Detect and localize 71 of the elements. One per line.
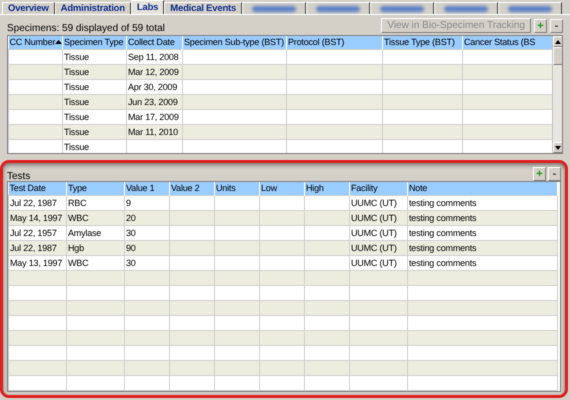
column-header[interactable]: Specimen Type xyxy=(62,36,126,49)
scroll-thumb[interactable] xyxy=(553,47,562,65)
table-cell: Tissue xyxy=(62,124,126,139)
table-cell: RBC xyxy=(66,195,124,210)
scroll-up-icon xyxy=(555,40,561,44)
table-cell: testing comments xyxy=(408,195,558,210)
column-header[interactable]: Type xyxy=(66,182,124,195)
panel-title: Tests xyxy=(7,170,32,182)
table-cell: Jun 23, 2009 xyxy=(126,94,182,109)
table-cell: testing comments xyxy=(408,255,558,270)
table-cell: 20 xyxy=(124,210,170,225)
column-header[interactable]: Value 1 xyxy=(124,182,170,195)
column-header[interactable]: Collect Date xyxy=(126,36,182,49)
blurred-tab[interactable] xyxy=(242,2,306,14)
table-cell: 30 xyxy=(124,255,170,270)
column-header[interactable]: Tissue Type (BST) xyxy=(382,36,462,49)
blurred-tab[interactable] xyxy=(498,2,562,14)
table-cell: testing comments xyxy=(408,210,558,225)
table-cell: UUMC (UT) xyxy=(350,195,408,210)
column-header[interactable]: Cancer Status (BS xyxy=(462,36,552,49)
blurred-tab[interactable] xyxy=(370,2,434,14)
table-cell: WBC xyxy=(66,255,124,270)
table-cell: Hgb xyxy=(66,240,124,255)
table-cell: Mar 17, 2009 xyxy=(126,109,182,124)
tab[interactable]: Labs xyxy=(130,0,164,14)
table-cell: 9 xyxy=(124,195,170,210)
column-header[interactable]: Protocol (BST) xyxy=(286,36,382,49)
table-cell: UUMC (UT) xyxy=(350,240,408,255)
blurred-tab[interactable] xyxy=(306,2,370,14)
table-cell: Apr 30, 2009 xyxy=(126,79,182,94)
table-cell: Tissue xyxy=(62,49,126,64)
scroll-down-icon xyxy=(555,146,561,150)
column-header[interactable]: High xyxy=(304,182,350,195)
table-cell: Mar 11, 2010 xyxy=(126,124,182,139)
column-header[interactable]: Low xyxy=(260,182,304,195)
column-header[interactable]: Value 2 xyxy=(170,182,214,195)
tab[interactable]: Administration xyxy=(54,2,131,14)
table-cell: Tissue xyxy=(62,64,126,79)
table-cell: UUMC (UT) xyxy=(350,225,408,240)
remove-button[interactable]: - xyxy=(548,167,561,181)
column-header[interactable]: Test Date xyxy=(8,182,66,195)
table-cell: testing comments xyxy=(408,225,558,240)
blurred-tab[interactable] xyxy=(434,2,498,14)
column-header[interactable]: Specimen Sub-type (BST) xyxy=(182,36,286,49)
specimen-count-text: Specimens: 59 displayed of 59 total xyxy=(7,22,166,34)
table-cell: Tissue xyxy=(62,94,126,109)
table-cell: May 14, 1997 xyxy=(8,210,66,225)
table-cell: Tissue xyxy=(62,79,126,94)
tab[interactable]: Medical Events xyxy=(164,2,242,14)
table-cell: May 13, 1997 xyxy=(8,255,66,270)
table-cell: 30 xyxy=(124,225,170,240)
table-cell: UUMC (UT) xyxy=(350,210,408,225)
remove-button[interactable]: - xyxy=(550,18,563,32)
table-cell: Mar 12, 2009 xyxy=(126,64,182,79)
table-cell: Jul 22, 1987 xyxy=(8,195,66,210)
table-cell: Amylase xyxy=(66,225,124,240)
table-cell: Sep 11, 2008 xyxy=(126,49,182,64)
column-header[interactable]: Units xyxy=(214,182,260,195)
table-cell: testing comments xyxy=(408,240,558,255)
table-cell: Jul 22, 1987 xyxy=(8,240,66,255)
table-cell: Tissue xyxy=(62,109,126,124)
table-cell: 90 xyxy=(124,240,170,255)
tab[interactable]: Overview xyxy=(2,2,55,14)
table-cell: Tissue xyxy=(62,139,126,153)
column-header[interactable]: CC Number xyxy=(8,36,62,49)
table-cell: WBC xyxy=(66,210,124,225)
column-header[interactable]: Note xyxy=(408,182,558,195)
scrollbar[interactable] xyxy=(552,36,562,153)
column-header[interactable]: Facility xyxy=(350,182,408,195)
table-cell: Jul 22, 1957 xyxy=(8,225,66,240)
table-cell: UUMC (UT) xyxy=(350,255,408,270)
